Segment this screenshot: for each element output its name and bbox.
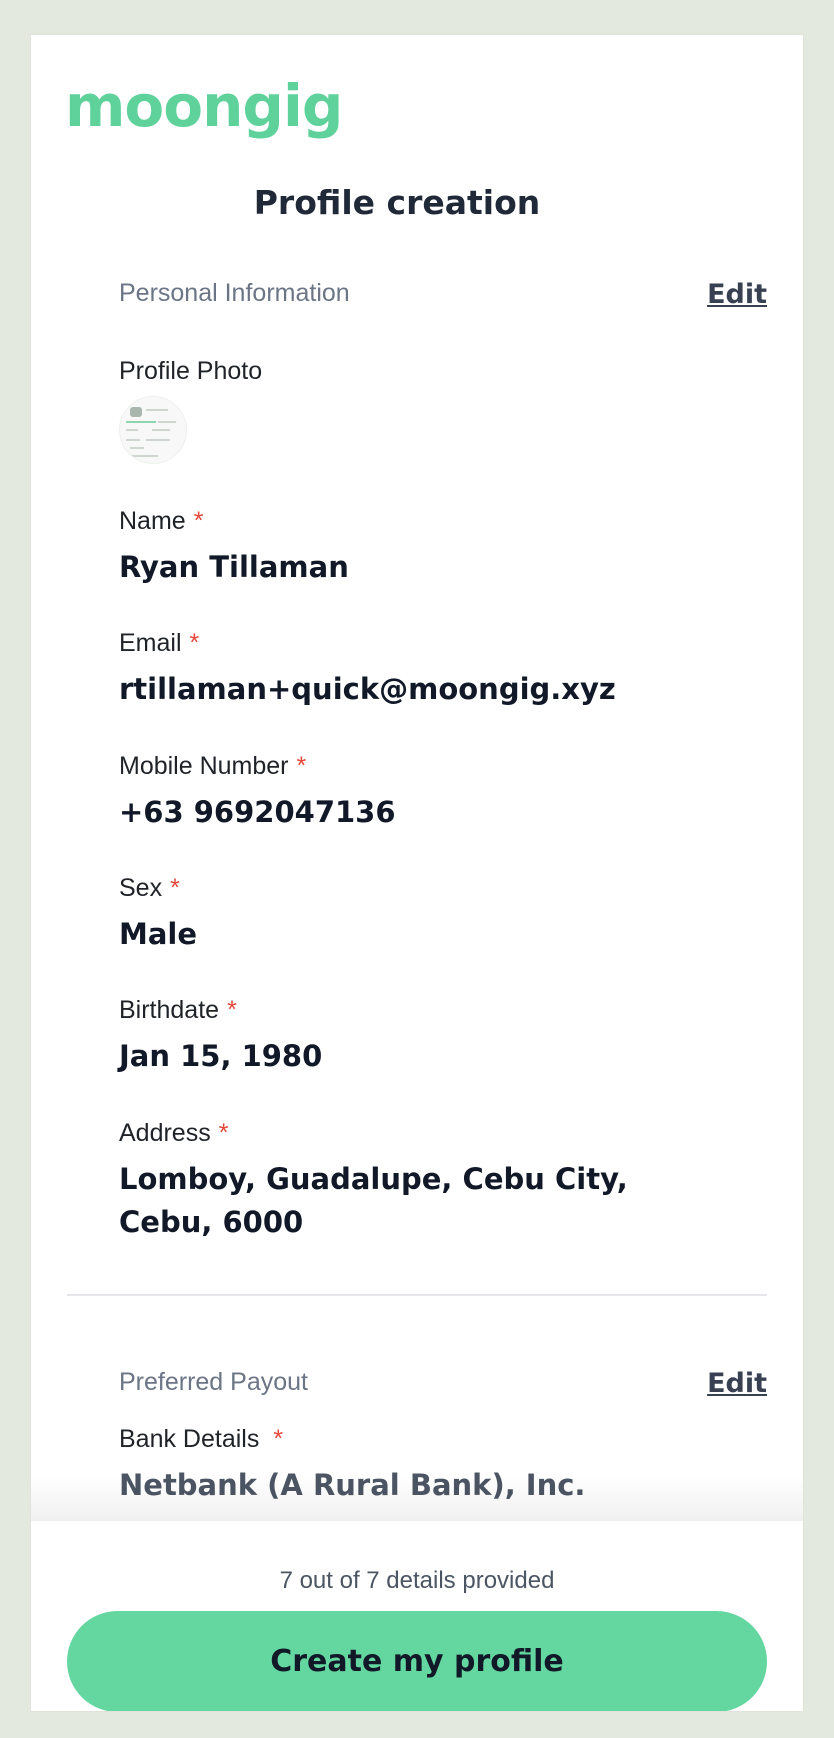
name-field: Name * Ryan Tillaman bbox=[119, 507, 723, 589]
edit-payout-link[interactable]: Edit bbox=[707, 1368, 767, 1399]
mobile-number-field: Mobile Number * +63 9692047136 bbox=[119, 752, 723, 834]
personal-info-title: Personal Information bbox=[119, 279, 350, 307]
progress-text: 7 out of 7 details provided bbox=[279, 1567, 555, 1594]
required-marker: * bbox=[170, 874, 180, 902]
mobile-number-label: Mobile Number bbox=[119, 752, 289, 780]
address-field: Address * Lomboy, Guadalupe, Cebu City, C… bbox=[119, 1119, 723, 1244]
section-divider bbox=[67, 1294, 767, 1296]
address-value: Lomboy, Guadalupe, Cebu City, Cebu, 6000 bbox=[119, 1162, 628, 1239]
required-marker: * bbox=[273, 1425, 284, 1453]
name-label: Name bbox=[119, 507, 186, 535]
required-marker: * bbox=[189, 629, 200, 657]
moongig-logo: moongig bbox=[65, 72, 343, 140]
page-title: Profile creation bbox=[253, 183, 541, 222]
birthdate-label: Birthdate bbox=[119, 996, 220, 1024]
payout-title: Preferred Payout bbox=[119, 1368, 308, 1396]
sex-field: Sex * Male bbox=[119, 874, 723, 956]
sex-label: Sex bbox=[119, 874, 163, 902]
email-value: rtillaman+quick@moongig.xyz bbox=[119, 672, 616, 706]
mobile-number-value: +63 9692047136 bbox=[119, 795, 396, 829]
edit-personal-info-link[interactable]: Edit bbox=[707, 279, 767, 310]
profile-card: moongig Profile creation Personal Inform… bbox=[30, 34, 804, 1712]
sex-value: Male bbox=[119, 917, 198, 951]
name-value: Ryan Tillaman bbox=[119, 550, 349, 584]
footer-bar: 7 out of 7 details provided Create my pr… bbox=[31, 1521, 803, 1711]
required-marker: * bbox=[193, 507, 204, 535]
scroll-fade bbox=[31, 1475, 803, 1521]
address-label: Address bbox=[119, 1119, 211, 1147]
email-field: Email * rtillaman+quick@moongig.xyz bbox=[119, 629, 723, 711]
required-marker: * bbox=[227, 996, 237, 1024]
bank-details-label: Bank Details bbox=[119, 1425, 260, 1453]
profile-photo-field: Profile Photo bbox=[119, 357, 723, 464]
birthdate-field: Birthdate * Jan 15, 1980 bbox=[119, 996, 723, 1078]
payout-header: Preferred Payout Edit bbox=[119, 1368, 767, 1399]
profile-photo-label: Profile Photo bbox=[119, 357, 263, 385]
birthdate-value: Jan 15, 1980 bbox=[119, 1039, 323, 1073]
profile-photo-thumbnail[interactable] bbox=[119, 396, 187, 464]
required-marker: * bbox=[218, 1119, 229, 1147]
create-profile-button[interactable]: Create my profile bbox=[67, 1611, 767, 1711]
required-marker: * bbox=[296, 752, 307, 780]
email-label: Email bbox=[119, 629, 182, 657]
personal-info-header: Personal Information Edit bbox=[119, 279, 767, 310]
